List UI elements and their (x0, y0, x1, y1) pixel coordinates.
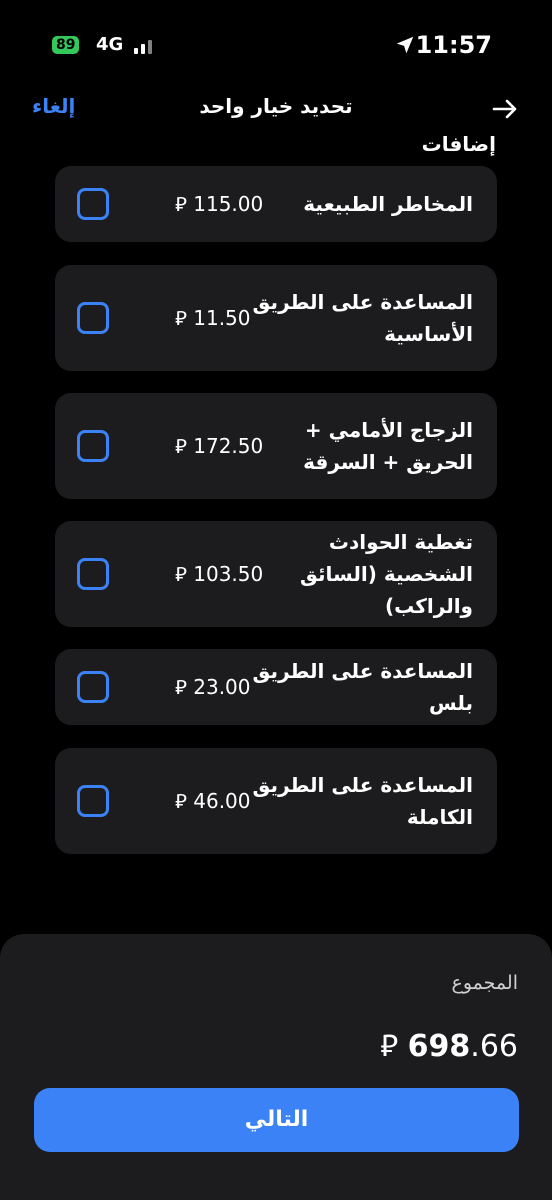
next-button[interactable]: التالي (34, 1088, 519, 1152)
currency-icon: ⃁ (175, 562, 187, 586)
status-bar: 89 4G 11:57 (0, 0, 552, 90)
location-arrow-icon (396, 36, 414, 54)
nav-bar: إلغاء تحديد خيار واحد (0, 92, 552, 126)
battery-indicator: 89 (52, 36, 80, 54)
currency-icon: ⃁ (175, 789, 187, 813)
battery-level: 89 (56, 37, 76, 53)
section-title: إضافات (421, 132, 496, 156)
addon-price: ⃁ 115.00 (175, 192, 264, 216)
currency-icon: ⃁ (175, 675, 187, 699)
addon-price: ⃁ 11.50 (175, 306, 251, 330)
addon-checkbox[interactable] (77, 558, 109, 590)
network-type: 4G (96, 34, 124, 55)
addon-label: تغطية الحوادث الشخصية (السائق والراكب) (300, 530, 473, 618)
addon-price: ⃁ 172.50 (175, 434, 264, 458)
addon-option-card[interactable]: المخاطر الطبيعية ⃁ 115.00 (55, 166, 497, 242)
total-label: المجموع (451, 972, 518, 994)
addon-label: المخاطر الطبيعية (303, 192, 473, 216)
clock: 11:57 (415, 31, 492, 59)
addon-price: ⃁ 103.50 (175, 562, 264, 586)
addon-option-card[interactable]: المساعدة على الطريق الكاملة ⃁ 46.00 (55, 748, 497, 854)
addon-price: ⃁ 46.00 (175, 789, 251, 813)
addon-checkbox[interactable] (77, 671, 109, 703)
summary-sheet: المجموع ⃁ 698.66 التالي (0, 934, 552, 1200)
addon-option-card[interactable]: الزجاج الأمامي + الحريق + السرقة ⃁ 172.5… (55, 393, 497, 499)
addon-option-card[interactable]: تغطية الحوادث الشخصية (السائق والراكب) ⃁… (55, 521, 497, 627)
page-title: تحديد خيار واحد (199, 94, 353, 118)
addon-checkbox[interactable] (77, 188, 109, 220)
back-arrow-icon[interactable] (490, 94, 520, 124)
addon-label: المساعدة على الطريق الكاملة (252, 773, 473, 829)
currency-icon: ⃁ (175, 434, 187, 458)
addon-price: ⃁ 23.00 (175, 675, 251, 699)
addon-label: المساعدة على الطريق الأساسية (252, 290, 473, 346)
addon-checkbox[interactable] (77, 785, 109, 817)
addon-option-card[interactable]: المساعدة على الطريق الأساسية ⃁ 11.50 (55, 265, 497, 371)
addon-label: الزجاج الأمامي + الحريق + السرقة (303, 418, 473, 474)
addon-checkbox[interactable] (77, 302, 109, 334)
currency-icon: ⃁ (380, 1029, 399, 1064)
addon-checkbox[interactable] (77, 430, 109, 462)
addon-label: المساعدة على الطريق بلس (252, 659, 473, 715)
addon-option-card[interactable]: المساعدة على الطريق بلس ⃁ 23.00 (55, 649, 497, 725)
currency-icon: ⃁ (175, 192, 187, 216)
currency-icon: ⃁ (175, 306, 187, 330)
total-amount: ⃁ 698.66 (380, 1029, 518, 1064)
signal-icon (134, 38, 160, 54)
